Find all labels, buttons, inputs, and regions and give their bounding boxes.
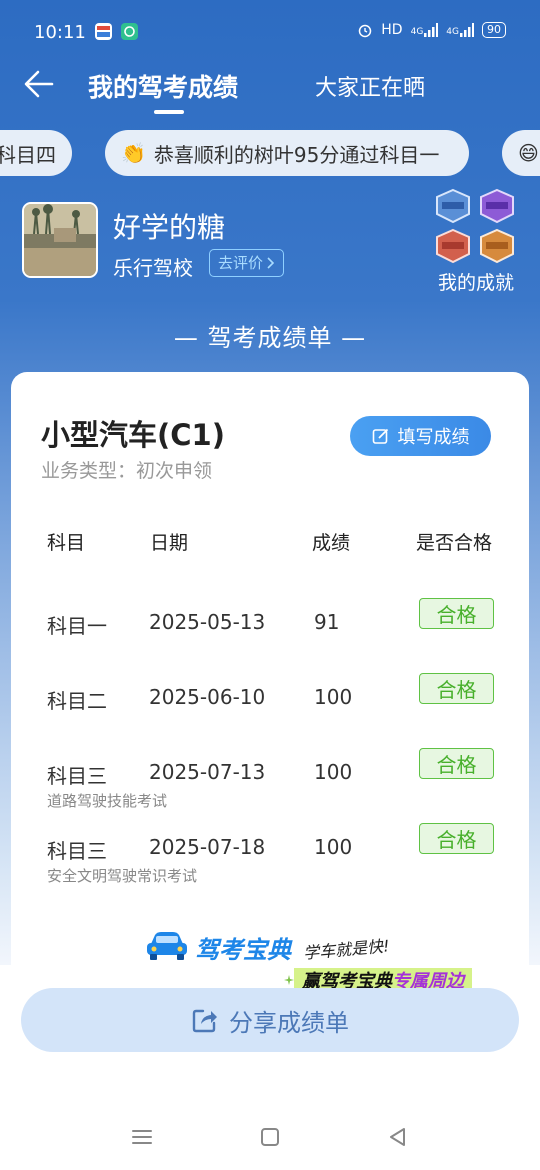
- pass-badge: 合格: [419, 598, 494, 629]
- share-icon: [192, 1009, 217, 1033]
- badge-icon-purple: [480, 188, 514, 224]
- system-navigation-bar: [0, 1110, 540, 1170]
- sparkle-icon: [284, 975, 294, 985]
- top-navigation: 我的驾考成绩 大家正在晒: [0, 60, 540, 116]
- pass-badge: 合格: [419, 673, 494, 704]
- rate-button[interactable]: 去评价: [209, 249, 285, 277]
- header-subject: 科目: [47, 532, 86, 554]
- row-date: 2025-06-10: [149, 685, 266, 709]
- row-subject: 科目二: [47, 689, 107, 713]
- score-card: 小型汽车(C1) 业务类型：初次申领 填写成绩 科目 日期 成绩 是否合格 科目…: [11, 372, 529, 992]
- table-header: 科目 日期 成绩 是否合格: [11, 528, 529, 558]
- table-row: 科目三 2025-07-13 100 合格 道路驾驶技能考试: [11, 748, 529, 830]
- row-score: 91: [314, 610, 340, 634]
- ticker-pill-right[interactable]: 😄: [502, 130, 540, 176]
- pass-badge: 合格: [419, 748, 494, 779]
- alarm-icon: [359, 24, 372, 38]
- brand-logo: 驾考宝典 学车就是快!: [145, 928, 405, 964]
- clap-emoji-icon: 👏: [121, 141, 146, 165]
- avatar[interactable]: [22, 202, 98, 278]
- header-date: 日期: [150, 532, 189, 554]
- home-icon[interactable]: [257, 1124, 283, 1150]
- table-row: 科目一 2025-05-13 91 合格: [11, 598, 529, 680]
- active-tab-indicator: [154, 110, 184, 114]
- row-score: 100: [314, 685, 353, 709]
- row-note: 道路驾驶技能考试: [47, 792, 168, 810]
- brand-name: 驾考宝典: [195, 936, 291, 964]
- row-subject: 科目一: [47, 614, 107, 638]
- row-date: 2025-05-13: [149, 610, 266, 634]
- tab-everyone-sharing[interactable]: 大家正在晒: [315, 70, 425, 102]
- badge-icon-orange: [480, 228, 514, 264]
- profile-section: 好学的糖 乐行驾校 去评价 我的成就: [22, 188, 522, 302]
- menu-icon[interactable]: [129, 1124, 155, 1150]
- achievements[interactable]: 我的成就: [430, 186, 522, 298]
- car-logo-icon: [147, 932, 187, 960]
- table-row: 科目三 2025-07-18 100 合格 安全文明驾驶常识考试: [11, 823, 529, 905]
- row-date: 2025-07-13: [149, 760, 266, 784]
- hd-indicator: HD: [381, 22, 403, 38]
- smile-emoji-icon: 😄: [518, 141, 539, 165]
- business-type: 业务类型：初次申领: [41, 460, 213, 482]
- message-app-icon: [121, 23, 138, 40]
- header-score: 成绩: [312, 532, 351, 554]
- row-subject: 科目三: [47, 764, 107, 788]
- row-note: 安全文明驾驶常识考试: [47, 867, 198, 885]
- battery-icon: 90: [482, 22, 506, 38]
- back-triangle-icon[interactable]: [385, 1124, 411, 1150]
- notification-app-icon: [95, 23, 112, 40]
- header-pass: 是否合格: [416, 532, 493, 554]
- pass-badge: 合格: [419, 823, 494, 854]
- ticker-pill-center[interactable]: 👏 恭喜顺利的树叶95分通过科目一: [105, 130, 469, 176]
- row-score: 100: [314, 760, 353, 784]
- username: 好学的糖: [113, 211, 226, 244]
- share-button[interactable]: 分享成绩单: [21, 988, 519, 1052]
- row-subject: 科目三: [47, 839, 107, 863]
- signal-icon-1: 4G: [411, 23, 439, 37]
- badge-grid: [434, 188, 518, 264]
- status-time: 10:11: [34, 22, 86, 43]
- driving-school: 乐行驾校: [113, 256, 193, 280]
- arrow-left-icon: [24, 70, 54, 98]
- edit-icon: [372, 428, 388, 444]
- table-row: 科目二 2025-06-10 100 合格: [11, 673, 529, 755]
- badge-icon-blue: [436, 188, 470, 224]
- ticker-pill-left[interactable]: 科目四: [0, 130, 72, 176]
- status-indicators: HD 4G 4G 90: [357, 22, 506, 38]
- signal-icon-2: 4G: [446, 23, 474, 37]
- status-bar: 10:11 HD 4G 4G 90: [0, 0, 540, 62]
- achievements-label: 我的成就: [437, 272, 514, 294]
- tab-my-scores[interactable]: 我的驾考成绩: [88, 68, 238, 104]
- fill-score-button[interactable]: 填写成绩: [350, 416, 491, 456]
- congrats-ticker: 科目四 👏 恭喜顺利的树叶95分通过科目一 😄: [0, 130, 540, 176]
- chevron-right-icon: [267, 257, 275, 269]
- badge-icon-red: [436, 228, 470, 264]
- section-title: — 驾考成绩单 —: [173, 324, 367, 352]
- row-date: 2025-07-18: [149, 835, 266, 859]
- brand-slogan: 学车就是快!: [302, 936, 391, 963]
- row-score: 100: [314, 835, 353, 859]
- vehicle-type: 小型汽车(C1): [41, 418, 225, 452]
- back-button[interactable]: [22, 66, 58, 102]
